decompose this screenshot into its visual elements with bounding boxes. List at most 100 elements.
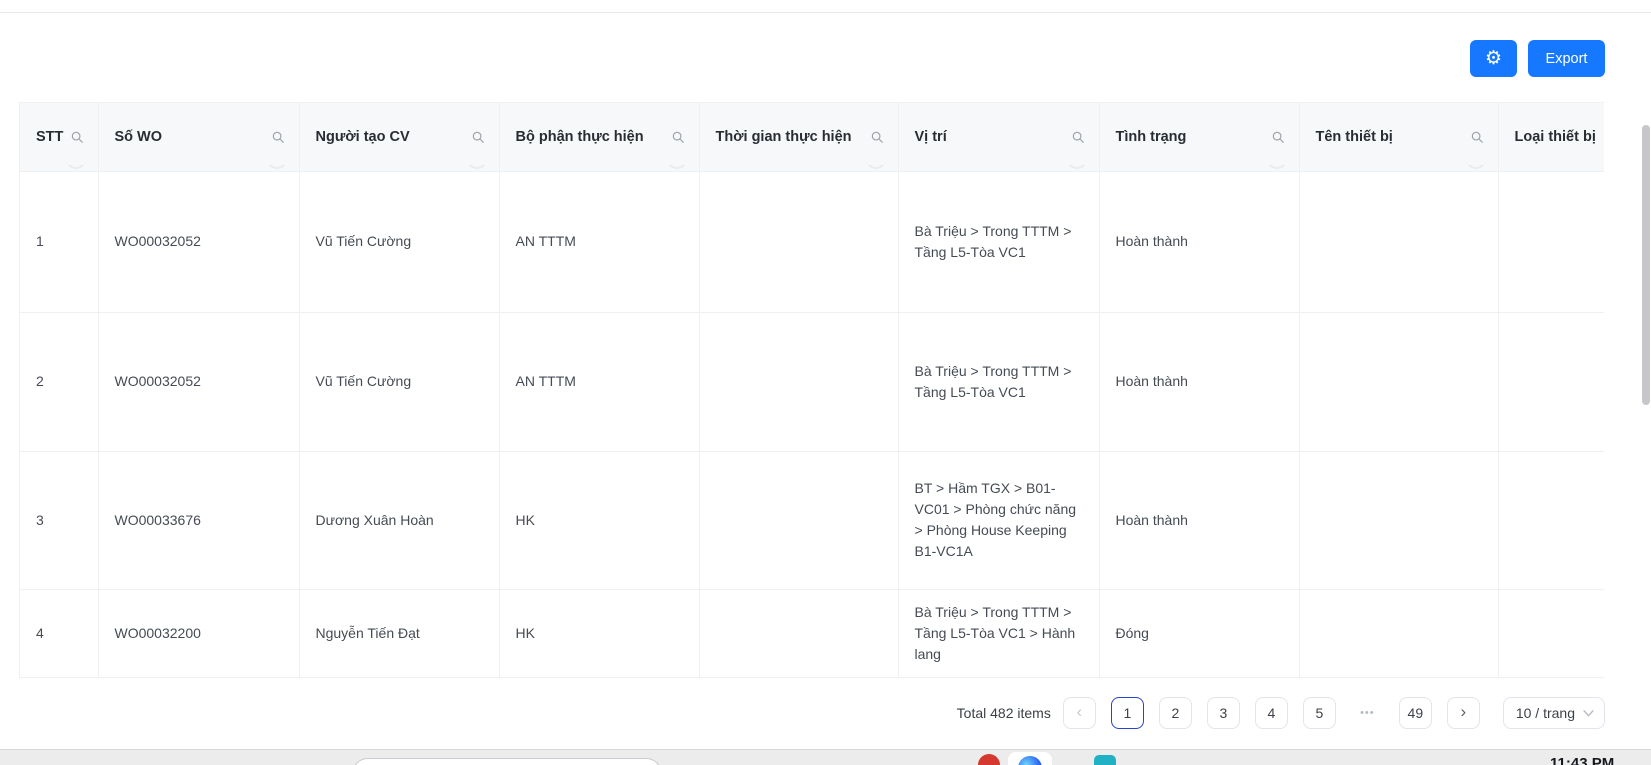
search-icon[interactable] bbox=[1470, 130, 1484, 144]
cell-tinh-trang: Hoàn thành bbox=[1099, 171, 1299, 312]
settings-button[interactable]: ⚙ bbox=[1470, 40, 1517, 77]
column-label: Số WO bbox=[115, 129, 163, 145]
cell-tinh-trang: Đóng bbox=[1099, 589, 1299, 678]
cell-stt: 1 bbox=[20, 171, 98, 312]
cell-stt: 3 bbox=[20, 451, 98, 589]
pagination-page-1[interactable]: 1 bbox=[1111, 697, 1144, 729]
chevron-down-icon bbox=[1583, 710, 1594, 717]
search-icon[interactable] bbox=[70, 130, 84, 144]
cell-vi-tri: Bà Triệu > Trong TTTM > Tầng L5-Tòa VC1 bbox=[898, 171, 1099, 312]
column-header-ten-thiet-bi: Tên thiết bị bbox=[1299, 103, 1498, 171]
chevron-left-icon: ‹ bbox=[1077, 702, 1083, 722]
search-icon[interactable] bbox=[671, 130, 685, 144]
table-row[interactable]: 4 WO00032200 Nguyễn Tiến Đạt HK Bà Triệu… bbox=[20, 589, 1604, 678]
column-label: Vị trí bbox=[915, 129, 947, 145]
filter-hover-arc bbox=[1465, 147, 1487, 169]
table-header-row: STT Số WO bbox=[20, 103, 1604, 171]
cell-ten-thiet-bi bbox=[1299, 171, 1498, 312]
column-header-vi-tri: Vị trí bbox=[898, 103, 1099, 171]
filter-hover-arc bbox=[1266, 147, 1288, 169]
column-header-stt: STT bbox=[20, 103, 98, 171]
cell-thoi-gian bbox=[699, 451, 898, 589]
cell-so-wo: WO00032052 bbox=[98, 171, 299, 312]
pagination-page-5[interactable]: 5 bbox=[1303, 697, 1336, 729]
column-label: STT bbox=[36, 129, 63, 145]
column-header-thoi-gian: Thời gian thực hiện bbox=[699, 103, 898, 171]
filter-hover-arc bbox=[865, 147, 887, 169]
pagination-page-4[interactable]: 4 bbox=[1255, 697, 1288, 729]
taskbar-clock[interactable]: 11:43 PM bbox=[1550, 755, 1614, 765]
column-label: Bộ phận thực hiện bbox=[516, 129, 644, 145]
taskbar: 11:43 PM bbox=[0, 749, 1651, 765]
column-header-so-wo: Số WO bbox=[98, 103, 299, 171]
cell-thoi-gian bbox=[699, 312, 898, 451]
cell-loai-thiet-bi bbox=[1498, 589, 1604, 678]
pagination-page-3[interactable]: 3 bbox=[1207, 697, 1240, 729]
pagination-prev-button[interactable]: ‹ bbox=[1063, 697, 1096, 729]
column-header-loai-thiet-bi: Loại thiết bị bbox=[1498, 103, 1604, 171]
search-icon[interactable] bbox=[271, 130, 285, 144]
column-label: Thời gian thực hiện bbox=[716, 129, 852, 145]
taskbar-active-app-tile[interactable] bbox=[1008, 752, 1052, 765]
cell-loai-thiet-bi bbox=[1498, 312, 1604, 451]
pagination-total: Total 482 items bbox=[957, 705, 1051, 721]
taskbar-app-icon[interactable] bbox=[1094, 755, 1116, 765]
cell-loai-thiet-bi bbox=[1498, 171, 1604, 312]
export-button-label: Export bbox=[1546, 51, 1588, 67]
cell-bo-phan: HK bbox=[499, 451, 699, 589]
cell-nguoi-tao-cv: Vũ Tiến Cường bbox=[299, 171, 499, 312]
browser-icon bbox=[1018, 756, 1042, 765]
cell-bo-phan: HK bbox=[499, 589, 699, 678]
search-icon[interactable] bbox=[870, 130, 884, 144]
column-label: Người tạo CV bbox=[316, 129, 410, 145]
cell-ten-thiet-bi bbox=[1299, 451, 1498, 589]
gear-icon: ⚙ bbox=[1485, 49, 1502, 68]
cell-tinh-trang: Hoàn thành bbox=[1099, 451, 1299, 589]
taskbar-search-input[interactable] bbox=[352, 758, 662, 765]
pagination-page-2[interactable]: 2 bbox=[1159, 697, 1192, 729]
cell-vi-tri: Bà Triệu > Trong TTTM > Tầng L5-Tòa VC1 bbox=[898, 312, 1099, 451]
filter-hover-arc bbox=[1066, 147, 1088, 169]
cell-so-wo: WO00033676 bbox=[98, 451, 299, 589]
column-label: Tên thiết bị bbox=[1316, 129, 1393, 145]
cell-thoi-gian bbox=[699, 171, 898, 312]
cell-loai-thiet-bi bbox=[1498, 451, 1604, 589]
column-header-tinh-trang: Tình trạng bbox=[1099, 103, 1299, 171]
page-size-select[interactable]: 10 / trang bbox=[1503, 697, 1605, 729]
column-header-nguoi-tao-cv: Người tạo CV bbox=[299, 103, 499, 171]
cell-nguoi-tao-cv: Nguyễn Tiến Đạt bbox=[299, 589, 499, 678]
vertical-scrollbar-thumb[interactable] bbox=[1642, 125, 1650, 405]
pagination-ellipsis[interactable]: ••• bbox=[1351, 697, 1384, 729]
chevron-right-icon: › bbox=[1461, 702, 1467, 722]
search-icon[interactable] bbox=[1271, 130, 1285, 144]
table-row[interactable]: 3 WO00033676 Dương Xuân Hoàn HK BT > Hầm… bbox=[20, 451, 1604, 589]
filter-hover-arc bbox=[65, 147, 87, 169]
cell-so-wo: WO00032052 bbox=[98, 312, 299, 451]
cell-vi-tri: Bà Triệu > Trong TTTM > Tầng L5-Tòa VC1 … bbox=[898, 589, 1099, 678]
column-label: Tình trạng bbox=[1116, 129, 1187, 145]
cell-bo-phan: AN TTTM bbox=[499, 312, 699, 451]
taskbar-app-icon[interactable] bbox=[978, 754, 1000, 765]
cell-stt: 2 bbox=[20, 312, 98, 451]
filter-hover-arc bbox=[266, 147, 288, 169]
pagination: Total 482 items ‹ 1 2 3 4 5 ••• 49 › 10 … bbox=[957, 697, 1605, 729]
cell-ten-thiet-bi bbox=[1299, 312, 1498, 451]
search-icon[interactable] bbox=[471, 130, 485, 144]
cell-ten-thiet-bi bbox=[1299, 589, 1498, 678]
browser-chrome-edge bbox=[0, 0, 1651, 13]
pagination-page-last[interactable]: 49 bbox=[1399, 697, 1432, 729]
table-row[interactable]: 2 WO00032052 Vũ Tiến Cường AN TTTM Bà Tr… bbox=[20, 312, 1604, 451]
work-order-table: STT Số WO bbox=[19, 102, 1604, 678]
cell-so-wo: WO00032200 bbox=[98, 589, 299, 678]
filter-hover-arc bbox=[466, 147, 488, 169]
column-header-bo-phan: Bộ phận thực hiện bbox=[499, 103, 699, 171]
search-icon[interactable] bbox=[1071, 130, 1085, 144]
table-row[interactable]: 1 WO00032052 Vũ Tiến Cường AN TTTM Bà Tr… bbox=[20, 171, 1604, 312]
page-size-value: 10 / trang bbox=[1516, 705, 1575, 721]
column-label: Loại thiết bị bbox=[1515, 129, 1596, 145]
cell-thoi-gian bbox=[699, 589, 898, 678]
export-button[interactable]: Export bbox=[1528, 40, 1605, 77]
cell-nguoi-tao-cv: Dương Xuân Hoàn bbox=[299, 451, 499, 589]
cell-nguoi-tao-cv: Vũ Tiến Cường bbox=[299, 312, 499, 451]
pagination-next-button[interactable]: › bbox=[1447, 697, 1480, 729]
